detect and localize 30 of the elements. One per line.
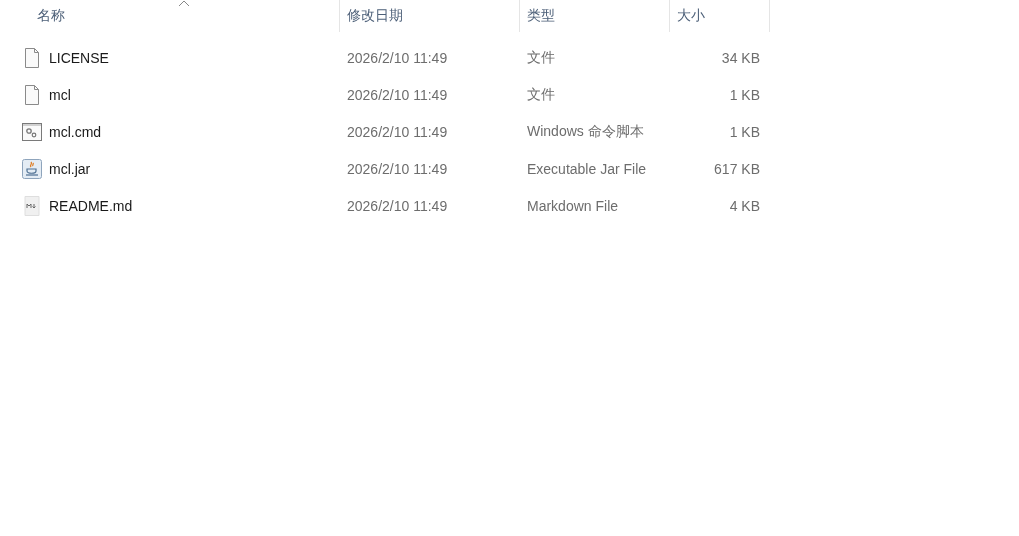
file-name[interactable]: LICENSE xyxy=(49,49,109,66)
column-header[interactable]: 名称 xyxy=(0,0,340,32)
modified-date: 2026/2/10 11:49 xyxy=(346,49,449,66)
file-type: Markdown File xyxy=(526,197,620,214)
modified-date: 2026/2/10 11:49 xyxy=(346,123,449,140)
modified-date: 2026/2/10 11:49 xyxy=(346,197,449,214)
file-icon xyxy=(24,47,40,68)
column-header[interactable]: 修改日期 xyxy=(340,0,520,32)
modified-date: 2026/2/10 11:49 xyxy=(346,160,449,177)
file-name[interactable]: mcl xyxy=(49,86,71,103)
file-type: 文件 xyxy=(526,48,556,67)
file-size: 4 KB xyxy=(728,197,761,214)
file-size: 1 KB xyxy=(728,86,761,103)
markdown-file-icon xyxy=(24,195,40,216)
file-type: Executable Jar File xyxy=(526,160,648,177)
file-name[interactable]: README.md xyxy=(49,197,133,214)
file-type: Windows 命令脚本 xyxy=(526,122,645,141)
file-name[interactable]: mcl.jar xyxy=(49,160,91,177)
file-type: 文件 xyxy=(526,85,556,104)
modified-date: 2026/2/10 11:49 xyxy=(346,86,449,103)
file-size: 1 KB xyxy=(728,123,761,140)
script-file-icon xyxy=(22,122,42,141)
sort-caret-icon xyxy=(178,0,190,7)
column-header[interactable]: 大小 xyxy=(670,0,770,32)
file-icon xyxy=(24,84,40,105)
file-name[interactable]: mcl.cmd xyxy=(49,123,102,140)
file-size: 34 KB xyxy=(720,49,761,66)
java-cup-icon xyxy=(22,158,42,179)
file-size: 617 KB xyxy=(713,160,761,177)
column-header[interactable]: 类型 xyxy=(520,0,670,32)
